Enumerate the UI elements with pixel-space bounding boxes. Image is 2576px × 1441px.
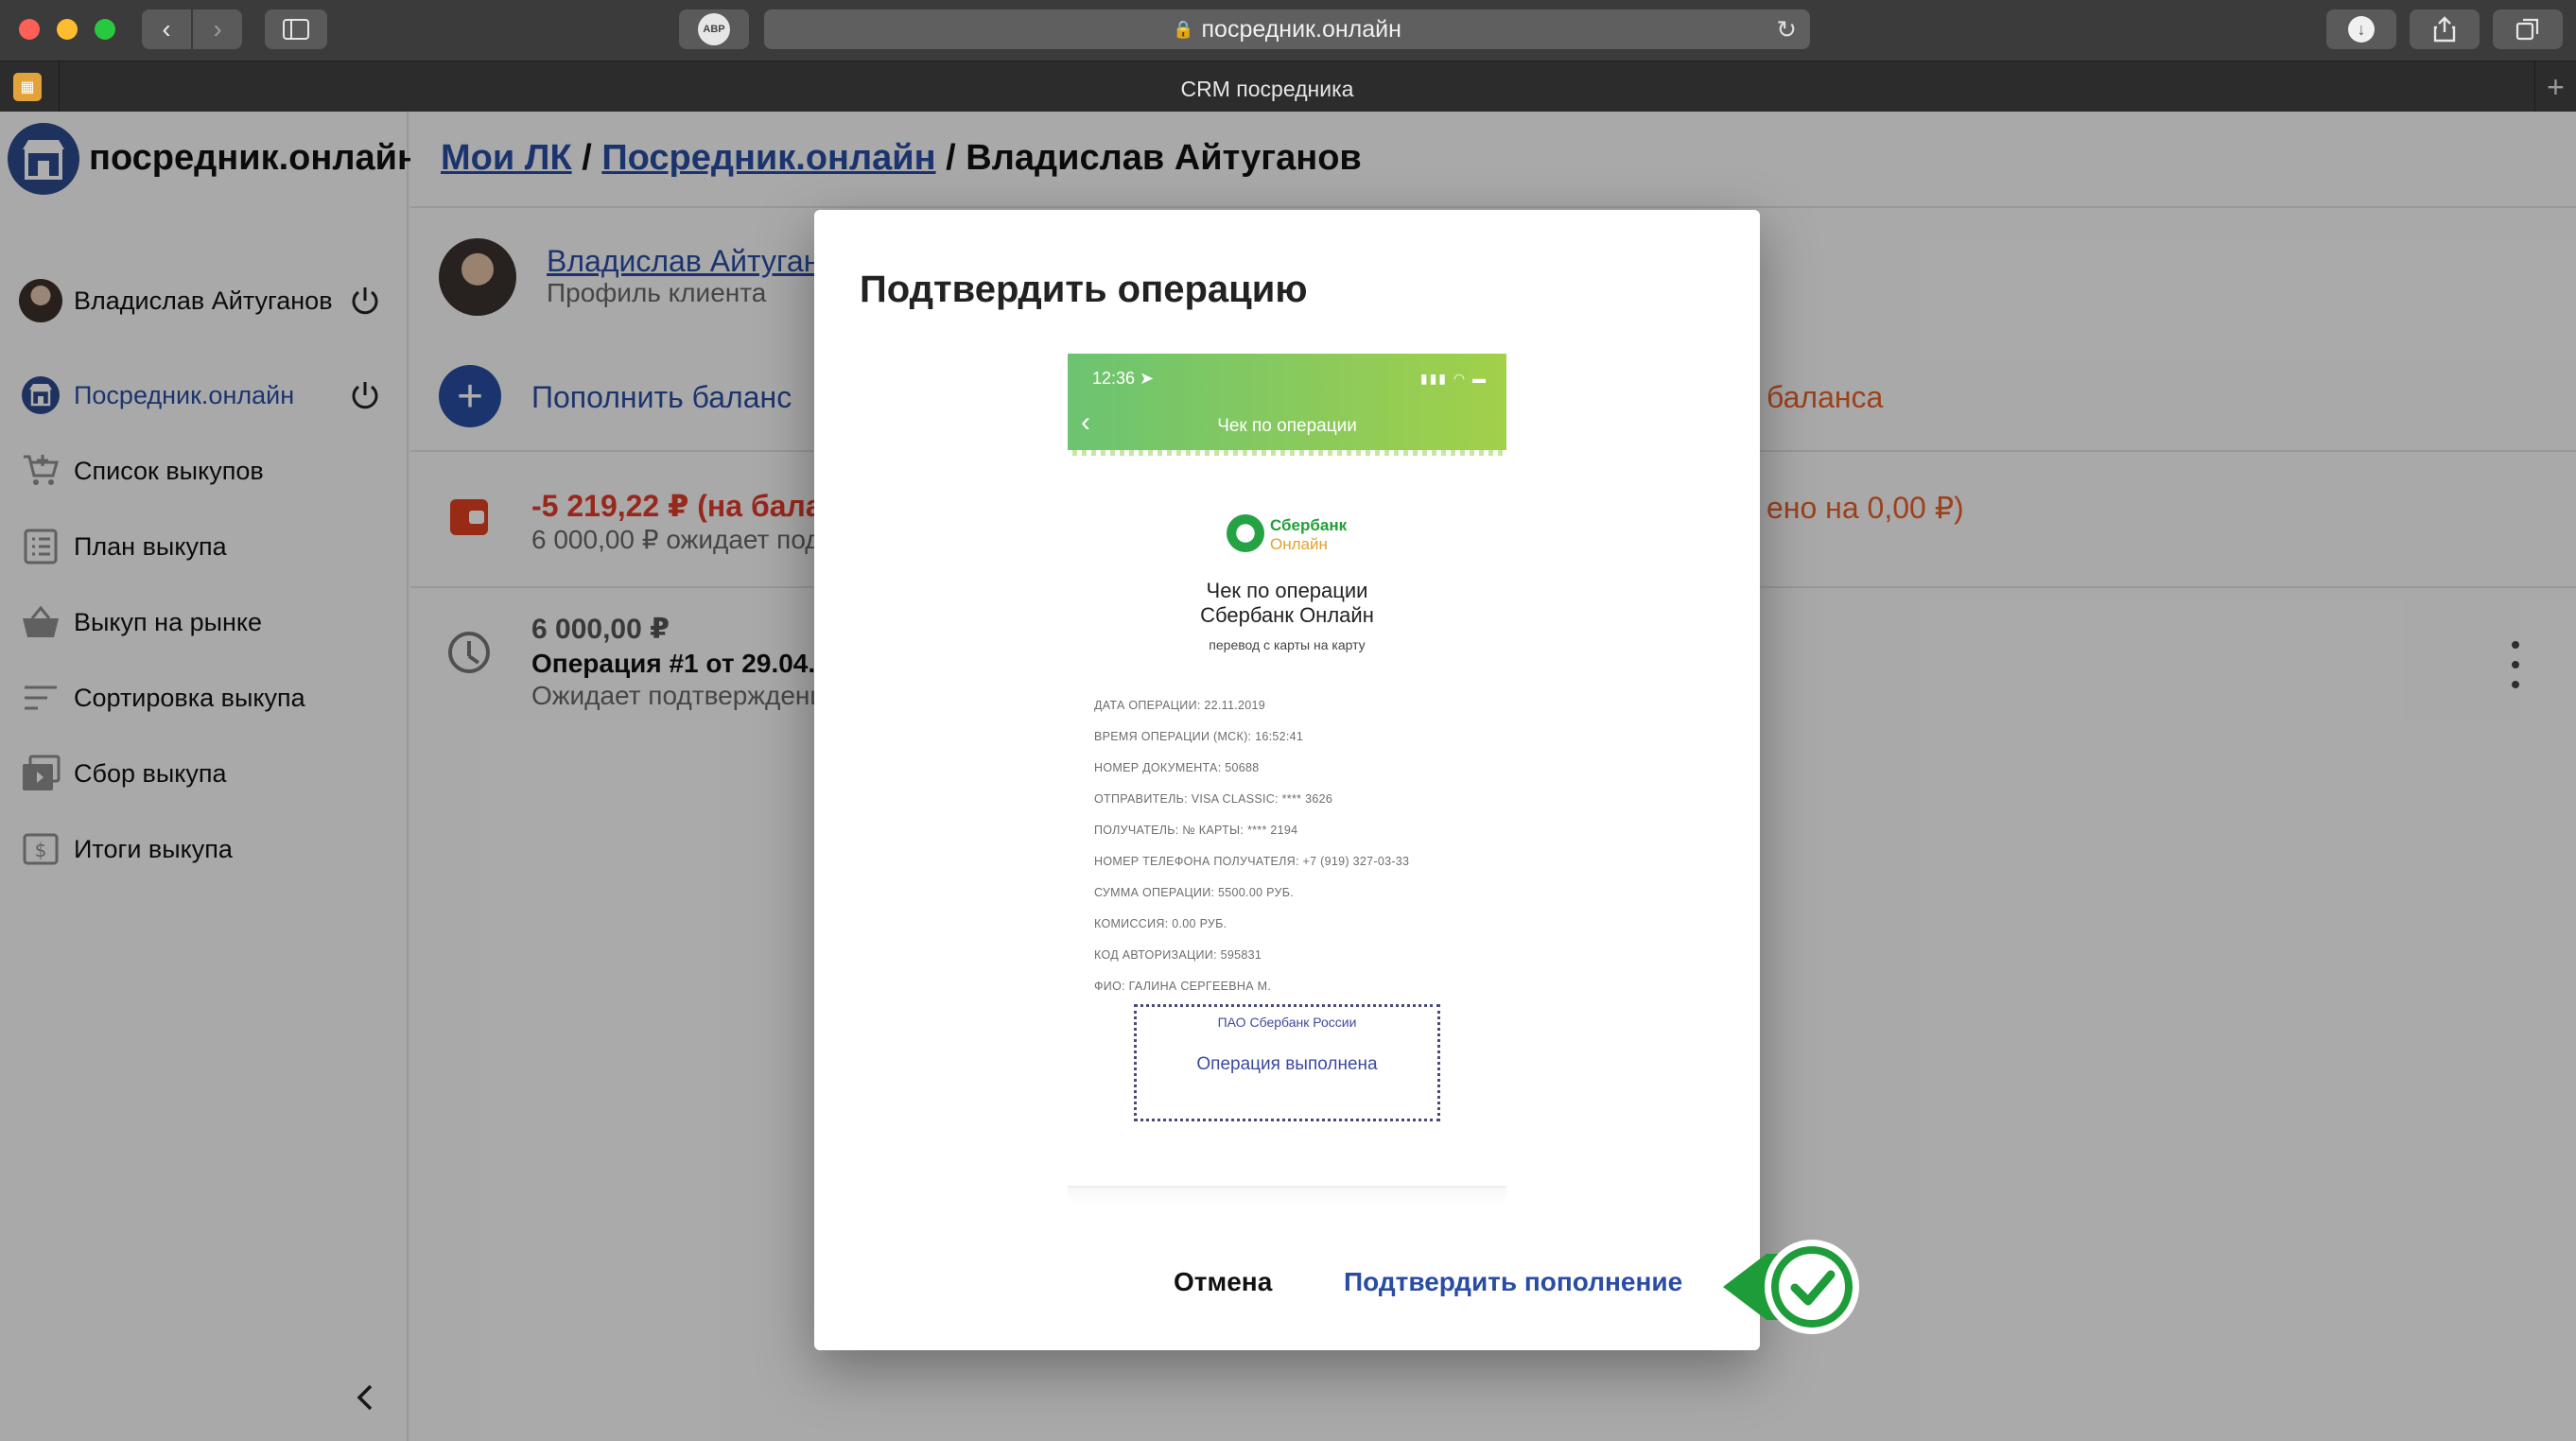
dialog-title: Подтвердить операцию <box>860 269 1308 310</box>
address-bar[interactable]: 🔒 посредник.онлайн ↻ <box>764 9 1810 49</box>
receipt-image: 12:36 ➤ ▮▮▮ ◠ ▬ ‹ Чек по операции Сберба… <box>1068 354 1506 1205</box>
tab-crm[interactable]: CRM посредника <box>0 77 2534 102</box>
receipt-row: СУММА ОПЕРАЦИИ: 5500.00 РУБ. <box>1094 886 1294 899</box>
receipt-title: Чек по операции <box>1206 579 1368 602</box>
tabs-icon <box>2515 18 2539 41</box>
cancel-button[interactable]: Отмена <box>1174 1267 1272 1297</box>
share-button[interactable] <box>2410 9 2480 49</box>
adblock-icon: ABP <box>698 13 730 45</box>
receipt-time: 12:36 ➤ <box>1092 369 1155 388</box>
receipt-row: КОД АВТОРИЗАЦИИ: 595831 <box>1094 948 1262 962</box>
download-icon: ↓ <box>2348 16 2375 43</box>
receipt-row: ОТПРАВИТЕЛЬ: VISA CLASSIC: **** 3626 <box>1094 792 1333 806</box>
browser-chrome: ‹ › ABP 🔒 посредник.онлайн ↻ ↓ ▦ CRM пос… <box>0 0 2576 113</box>
confirm-topup-button[interactable]: Подтвердить пополнение <box>1344 1267 1682 1297</box>
back-button[interactable]: ‹ <box>142 9 191 49</box>
minimize-window-button[interactable] <box>57 19 78 40</box>
receipt-stamp: ПАО Сбербанк России Операция выполнена <box>1134 1004 1440 1121</box>
url-text: посредник.онлайн <box>1201 15 1401 43</box>
check-icon <box>1723 1240 1859 1334</box>
sberbank-logo-icon <box>1227 514 1264 552</box>
receipt-row: КОМИССИЯ: 0.00 РУБ. <box>1094 917 1227 930</box>
reload-icon[interactable]: ↻ <box>1776 15 1797 44</box>
receipt-row: ВРЕМЯ ОПЕРАЦИИ (МСК): 16:52:41 <box>1094 730 1304 743</box>
receipt-row: НОМЕР ДОКУМЕНТА: 50688 <box>1094 761 1260 774</box>
receipt-subtitle: перевод с карты на карту <box>1209 637 1366 652</box>
lock-icon: 🔒 <box>1173 19 1194 39</box>
tab-bar: ▦ CRM посредника + <box>0 61 2576 113</box>
receipt-phone-header: 12:36 ➤ ▮▮▮ ◠ ▬ ‹ Чек по операции <box>1068 354 1506 452</box>
plus-icon: + <box>2547 69 2565 104</box>
zoom-window-button[interactable] <box>95 19 115 40</box>
downloads-button[interactable]: ↓ <box>2326 9 2396 49</box>
chevron-left-icon: ‹ <box>162 14 171 43</box>
receipt-row: ПОЛУЧАТЕЛЬ: № КАРТЫ: **** 2194 <box>1094 824 1298 837</box>
share-icon <box>2433 16 2456 43</box>
tabs-overview-button[interactable] <box>2493 9 2563 49</box>
sidebar-toggle-button[interactable] <box>265 9 327 49</box>
confirm-operation-dialog: Подтвердить операцию 12:36 ➤ ▮▮▮ ◠ ▬ ‹ Ч… <box>814 210 1760 1350</box>
phone-status-icons: ▮▮▮ ◠ ▬ <box>1419 371 1488 386</box>
receipt-header-title: Чек по операции <box>1217 416 1357 436</box>
stamp-bank-name: ПАО Сбербанк России <box>1217 1015 1357 1030</box>
sidebar-icon <box>283 19 309 40</box>
chevron-right-icon: › <box>213 14 222 43</box>
stamp-status: Операция выполнена <box>1196 1054 1378 1074</box>
adblock-button[interactable]: ABP <box>679 9 749 49</box>
new-tab-button[interactable]: + <box>2534 61 2576 113</box>
receipt-row: НОМЕР ТЕЛЕФОНА ПОЛУЧАТЕЛЯ: +7 (919) 327-… <box>1094 855 1410 868</box>
browser-titlebar: ‹ › ABP 🔒 посредник.онлайн ↻ ↓ <box>0 0 2576 61</box>
forward-button[interactable]: › <box>193 9 242 49</box>
receipt-row: ДАТА ОПЕРАЦИИ: 22.11.2019 <box>1094 699 1266 712</box>
sberbank-online: Онлайн <box>1270 535 1328 553</box>
receipt-title-bank: Сбербанк Онлайн <box>1200 603 1374 627</box>
receipt-row: ФИО: ГАЛИНА СЕРГЕЕВНА М. <box>1094 980 1272 993</box>
sberbank-name: Сбербанк <box>1270 516 1348 534</box>
close-window-button[interactable] <box>19 19 40 40</box>
